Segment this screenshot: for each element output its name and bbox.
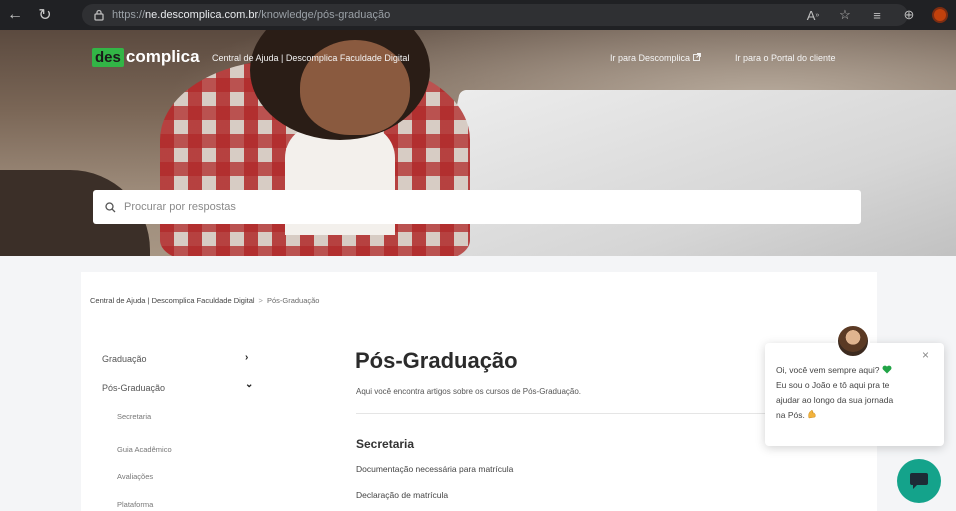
- flexed-biceps-icon: [807, 409, 817, 420]
- favorite-icon[interactable]: ☆: [836, 6, 854, 24]
- sidebar-subitem-guia-academico[interactable]: Guia Acadêmico: [117, 445, 172, 454]
- chat-line-4: na Pós.: [776, 410, 805, 420]
- sidebar-item-graduacao[interactable]: Graduação: [102, 354, 147, 364]
- back-icon[interactable]: ←: [0, 0, 30, 30]
- chat-launcher-button[interactable]: [897, 459, 941, 503]
- search-icon: [105, 201, 116, 212]
- chevron-down-icon[interactable]: ⌄: [245, 379, 253, 390]
- chat-line: Oi, você vem sempre aqui?: [776, 363, 936, 378]
- breadcrumb: Central de Ajuda | Descomplica Faculdade…: [90, 296, 319, 305]
- page-description: Aqui você encontra artigos sobre os curs…: [356, 387, 582, 396]
- chat-message: Oi, você vem sempre aqui? Eu sou o João …: [776, 363, 936, 423]
- breadcrumb-separator-icon: >: [258, 296, 263, 305]
- sidebar-subitem-secretaria[interactable]: Secretaria: [117, 412, 151, 421]
- article-link[interactable]: Declaração de matrícula: [356, 490, 448, 500]
- section-title-secretaria[interactable]: Secretaria: [356, 437, 414, 451]
- breadcrumb-root[interactable]: Central de Ajuda | Descomplica Faculdade…: [90, 296, 255, 305]
- collections-icon[interactable]: ⊕: [900, 6, 918, 24]
- article-link[interactable]: Documentação necessária para matrícula: [356, 464, 513, 474]
- close-icon[interactable]: ×: [922, 348, 929, 362]
- search-input[interactable]: [124, 201, 824, 213]
- logo-des-text: des: [92, 47, 124, 67]
- reload-icon[interactable]: ↻: [30, 0, 60, 30]
- url-text: https://ne.descomplica.com.br/knowledge/…: [112, 9, 390, 21]
- divider: [356, 413, 786, 414]
- link-portal-label: Ir para o Portal do cliente: [735, 53, 836, 63]
- lock-icon: [92, 8, 106, 22]
- profile-avatar-icon[interactable]: [932, 7, 948, 23]
- external-link-icon: [693, 53, 701, 63]
- hero-laptop-image: [419, 90, 956, 256]
- logo-complica-text: complica: [125, 47, 200, 66]
- chat-line-2: Eu sou o João e tô aqui pra te: [776, 380, 890, 390]
- link-portal-cliente[interactable]: Ir para o Portal do cliente: [735, 53, 836, 63]
- chat-line-3: ajudar ao longo da sua jornada: [776, 395, 894, 405]
- browser-toolbar: ← ↻ https://ne.descomplica.com.br/knowle…: [0, 0, 956, 30]
- descomplica-logo[interactable]: des complica: [92, 47, 200, 67]
- address-bar[interactable]: https://ne.descomplica.com.br/knowledge/…: [82, 4, 908, 26]
- search-bar[interactable]: [93, 190, 861, 224]
- url-scheme: https://: [112, 9, 146, 21]
- sidebar-subitem-avaliacoes[interactable]: Avaliações: [117, 472, 153, 481]
- chevron-right-icon[interactable]: ›: [245, 352, 248, 363]
- site-name[interactable]: Central de Ajuda | Descomplica Faculdade…: [212, 53, 409, 63]
- sidebar-subitem-plataforma[interactable]: Plataforma: [117, 500, 153, 509]
- url-host: ne.descomplica.com.br: [145, 9, 259, 21]
- favorites-list-icon[interactable]: ≡: [868, 6, 886, 24]
- page-title: Pós-Graduação: [355, 348, 518, 373]
- sidebar-item-pos-graduacao[interactable]: Pós-Graduação: [102, 383, 165, 393]
- url-path: /knowledge/pós-graduação: [258, 9, 391, 21]
- chat-agent-avatar: [836, 324, 870, 358]
- link-descomplica-label: Ir para Descomplica: [610, 53, 691, 63]
- chat-line: na Pós.: [776, 408, 936, 423]
- read-aloud-icon[interactable]: A»: [804, 6, 822, 24]
- link-descomplica[interactable]: Ir para Descomplica: [610, 53, 701, 63]
- chat-line-1: Oi, você vem sempre aqui?: [776, 365, 880, 375]
- chat-bubble-icon: [910, 473, 928, 489]
- green-heart-icon: [882, 365, 892, 375]
- breadcrumb-current: Pós-Graduação: [266, 296, 320, 305]
